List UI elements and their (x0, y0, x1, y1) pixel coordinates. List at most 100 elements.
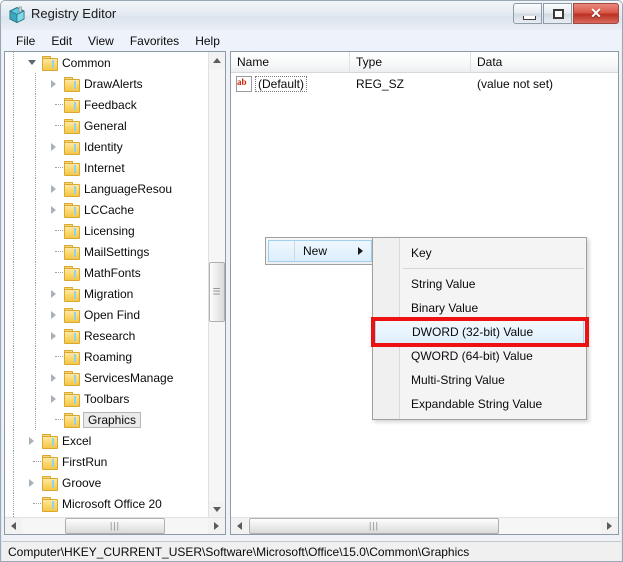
tree-scroll-up-button[interactable] (209, 52, 225, 69)
tree-expand-toggle[interactable] (47, 325, 63, 346)
maximize-button[interactable] (543, 3, 572, 24)
tree-expand-toggle[interactable] (25, 472, 41, 493)
column-header-type[interactable]: Type (350, 52, 471, 72)
submenu-item-qword-64-bit-value[interactable]: QWORD (64-bit) Value (375, 344, 584, 368)
tree-expand-toggle[interactable] (47, 199, 63, 220)
status-bar: Computer\HKEY_CURRENT_USER\Software\Micr… (2, 541, 621, 561)
tree-item-mathfonts[interactable]: MathFonts (5, 262, 210, 283)
submenu-item-multi-string-value[interactable]: Multi-String Value (375, 368, 584, 392)
tree-connector-line (55, 419, 63, 420)
folder-icon (41, 433, 58, 449)
tree-scroll-right-button[interactable] (208, 518, 225, 534)
tree-item-label: Roaming (84, 349, 133, 364)
tree-expand-toggle[interactable] (47, 73, 63, 94)
tree-item-excel[interactable]: Excel (5, 430, 210, 451)
tree-item-graphics[interactable]: Graphics (5, 409, 210, 430)
registry-editor-window: Registry Editor ✕ File Edit View Favorites H… (0, 0, 623, 562)
triangle-right-icon (51, 80, 56, 88)
triangle-right-icon (51, 290, 56, 298)
tree-item-toolbars[interactable]: Toolbars (5, 388, 210, 409)
tree-expand-toggle[interactable] (47, 304, 63, 325)
registry-tree-pane[interactable]: Common DrawAlerts Feedback General Identity I… (4, 51, 226, 535)
menu-file[interactable]: File (8, 32, 43, 50)
tree-connector-line (55, 272, 63, 273)
title-bar[interactable]: Registry Editor ✕ (1, 1, 622, 30)
menu-view[interactable]: View (80, 32, 122, 50)
tree-item-lccache[interactable]: LCCache (5, 199, 210, 220)
tree-toggle-placeholder (47, 241, 63, 262)
close-icon: ✕ (590, 5, 602, 21)
tree-item-common[interactable]: Common (5, 52, 210, 73)
list-horizontal-scrollbar[interactable]: ||| (231, 517, 618, 534)
tree-expand-toggle[interactable] (47, 136, 63, 157)
tree-item-general[interactable]: General (5, 115, 210, 136)
tree-item-licensing[interactable]: Licensing (5, 220, 210, 241)
submenu-item-binary-value[interactable]: Binary Value (375, 296, 584, 320)
chevron-right-icon (214, 522, 219, 530)
registry-value-row[interactable]: ab (Default) REG_SZ (value not set) (231, 73, 618, 95)
tree-item-roaming[interactable]: Roaming (5, 346, 210, 367)
minimize-icon (523, 16, 536, 20)
tree-item-microsoft-office-20[interactable]: Microsoft Office 20 (5, 493, 210, 514)
tree-scroll-down-button[interactable] (209, 501, 225, 518)
folder-icon (63, 160, 80, 176)
tree-item-internet[interactable]: Internet (5, 157, 210, 178)
folder-icon (63, 370, 80, 386)
tree-item-research[interactable]: Research (5, 325, 210, 346)
menu-edit[interactable]: Edit (43, 32, 80, 50)
tree-expand-toggle[interactable] (47, 388, 63, 409)
tree-connector-line (55, 356, 63, 357)
submenu-item-dword-32-bit-value[interactable]: DWORD (32-bit) Value (375, 320, 584, 344)
tree-vertical-scrollbar[interactable]: ☰ (208, 52, 225, 518)
list-hscrollbar-thumb[interactable]: ||| (249, 518, 499, 534)
tree-item-label: Excel (62, 433, 92, 448)
folder-icon (63, 265, 80, 281)
tree-horizontal-scrollbar[interactable]: ||| (5, 517, 225, 534)
tree-expand-toggle[interactable] (47, 367, 63, 388)
tree-expand-toggle[interactable] (47, 178, 63, 199)
column-header-data[interactable]: Data (471, 52, 618, 72)
tree-item-servicesmanage[interactable]: ServicesManage (5, 367, 210, 388)
tree-expand-toggle[interactable] (47, 283, 63, 304)
tree-item-firstrun[interactable]: FirstRun (5, 451, 210, 472)
tree-item-drawalerts[interactable]: DrawAlerts (5, 73, 210, 94)
submenu-item-key[interactable]: Key (375, 241, 584, 265)
submenu-item-expandable-string-value[interactable]: Expandable String Value (375, 392, 584, 416)
column-header-name[interactable]: Name (231, 52, 350, 72)
tree-collapse-toggle[interactable] (25, 52, 41, 73)
tree-item-migration[interactable]: Migration (5, 283, 210, 304)
chevron-down-icon (213, 507, 221, 512)
folder-icon (41, 496, 58, 512)
menu-help[interactable]: Help (187, 32, 228, 50)
list-scroll-left-button[interactable] (231, 518, 248, 534)
registry-editor-icon (9, 6, 25, 24)
tree-item-label: Microsoft Office 20 (62, 496, 162, 511)
tree-scrollbar-thumb[interactable]: ☰ (209, 262, 225, 322)
folder-icon (41, 55, 58, 71)
close-button[interactable]: ✕ (573, 3, 619, 24)
context-menu-item-new[interactable]: New (268, 240, 372, 262)
tree-item-groove[interactable]: Groove (5, 472, 210, 493)
tree-hscrollbar-thumb[interactable]: ||| (65, 518, 165, 534)
tree-item-mailsettings[interactable]: MailSettings (5, 241, 210, 262)
submenu-item-string-value[interactable]: String Value (375, 272, 584, 296)
tree-scroll-left-button[interactable] (5, 518, 22, 534)
tree-item-languageresou[interactable]: LanguageResou (5, 178, 210, 199)
tree-item-identity[interactable]: Identity (5, 136, 210, 157)
folder-icon (63, 223, 80, 239)
minimize-button[interactable] (513, 3, 542, 24)
tree-expand-toggle[interactable] (25, 430, 41, 451)
list-scroll-right-button[interactable] (601, 518, 618, 534)
tree-item-open-find[interactable]: Open Find (5, 304, 210, 325)
tree-toggle-placeholder (25, 493, 41, 514)
menu-bar: File Edit View Favorites Help (2, 30, 621, 51)
tree-toggle-placeholder (47, 346, 63, 367)
window-title: Registry Editor (31, 6, 117, 21)
registry-tree: Common DrawAlerts Feedback General Identity I… (5, 52, 210, 518)
menu-favorites[interactable]: Favorites (122, 32, 187, 50)
tree-item-feedback[interactable]: Feedback (5, 94, 210, 115)
